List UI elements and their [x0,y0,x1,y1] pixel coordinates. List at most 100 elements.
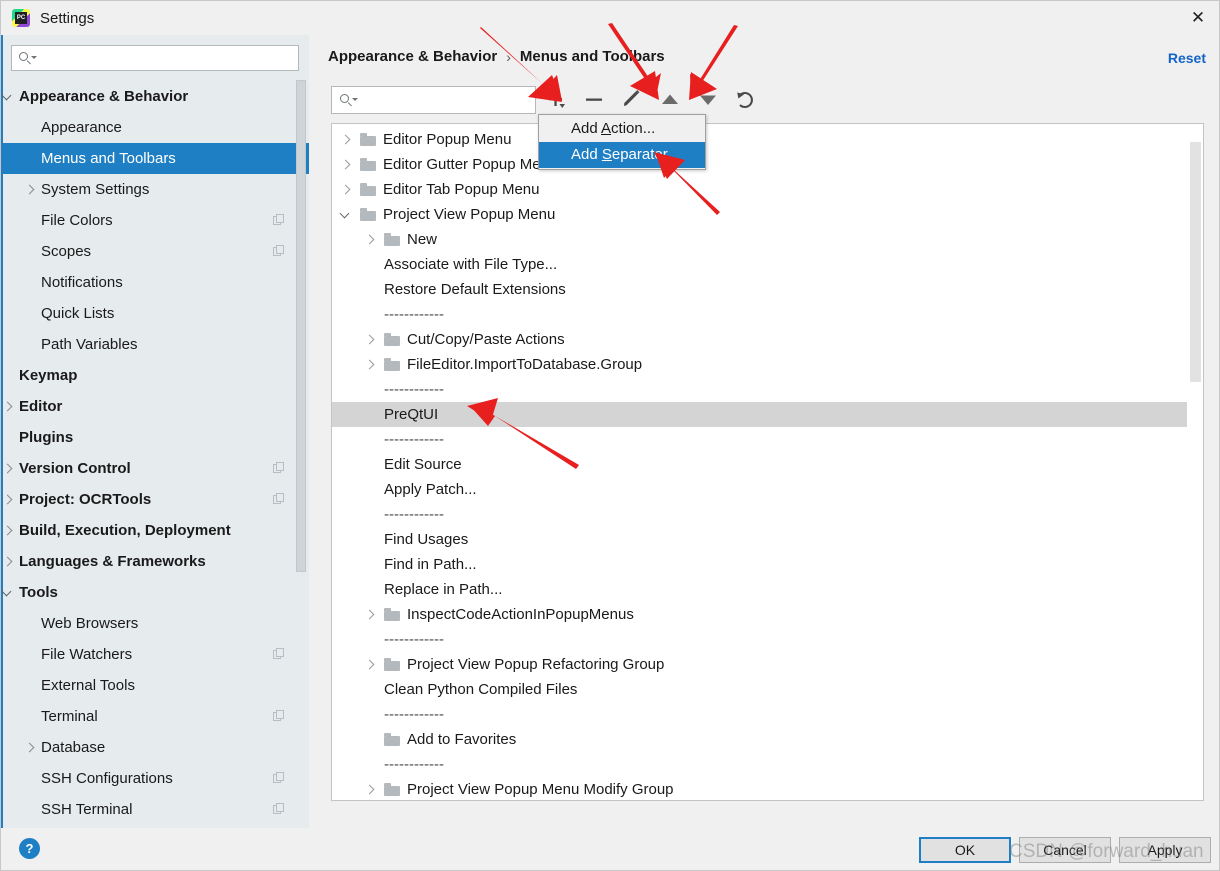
menu-tree-scrollbar-thumb[interactable] [1190,142,1201,382]
chevron-down-icon[interactable] [1,586,15,600]
chevron-right-icon[interactable] [362,232,378,248]
sidebar-item-web-browsers[interactable]: Web Browsers [1,608,309,639]
copy-settings-icon[interactable] [273,214,285,226]
sidebar-item-ssh-configurations[interactable]: SSH Configurations [1,763,309,794]
copy-settings-icon[interactable] [273,245,285,257]
help-icon[interactable]: ? [19,838,40,859]
chevron-right-icon[interactable] [362,782,378,798]
sidebar-item-external-tools[interactable]: External Tools [1,670,309,701]
sidebar-item-notifications[interactable]: Notifications [1,267,309,298]
menu-tree-row[interactable]: Restore Default Extensions [332,277,1187,302]
chevron-right-icon[interactable] [1,400,15,414]
restore-button[interactable] [735,88,757,112]
menu-tree-row[interactable]: Clean Python Compiled Files [332,677,1187,702]
menu-separator-row[interactable]: ------------ [332,377,1187,402]
menu-item-add-separator[interactable]: Add Separator [539,142,705,168]
menu-tree-row[interactable]: Replace in Path... [332,577,1187,602]
menu-tree-row[interactable]: Editor Tab Popup Menu [332,177,1187,202]
menu-tree-row[interactable]: Apply Patch... [332,477,1187,502]
chevron-right-icon[interactable] [362,332,378,348]
sidebar-item-keymap[interactable]: Keymap [1,360,309,391]
menu-tree-row[interactable]: Project View Popup Menu [332,202,1187,227]
sidebar-item-tools[interactable]: Tools [1,577,309,608]
sidebar-item-editor[interactable]: Editor [1,391,309,422]
sidebar-item-build-execution-deployment[interactable]: Build, Execution, Deployment [1,515,309,546]
sidebar-item-terminal[interactable]: Terminal [1,701,309,732]
menu-search-box[interactable] [331,86,536,114]
sidebar-scrollbar-thumb[interactable] [296,80,306,572]
menu-tree-row[interactable]: Add to Favorites [332,727,1187,752]
add-button[interactable] [545,88,567,112]
chevron-right-icon[interactable] [1,493,15,507]
move-up-button[interactable] [659,88,681,112]
sidebar-item-quick-lists[interactable]: Quick Lists [1,298,309,329]
ok-button[interactable]: OK [919,837,1011,863]
menu-separator-row[interactable]: ------------ [332,502,1187,527]
chevron-right-icon[interactable] [338,132,354,148]
menu-tree-row[interactable]: Associate with File Type... [332,252,1187,277]
sidebar-item-file-colors[interactable]: File Colors [1,205,309,236]
sidebar-item-appearance-behavior[interactable]: Appearance & Behavior [1,81,309,112]
edit-button[interactable] [621,88,643,112]
apply-button[interactable]: Apply [1119,837,1211,863]
sidebar-item-path-variables[interactable]: Path Variables [1,329,309,360]
chevron-down-icon[interactable] [338,207,354,223]
sidebar-item-database[interactable]: Database [1,732,309,763]
copy-settings-icon[interactable] [273,710,285,722]
copy-settings-icon[interactable] [273,772,285,784]
menu-tree-row[interactable]: Edit Source [332,452,1187,477]
sidebar-item-scopes[interactable]: Scopes [1,236,309,267]
chevron-right-icon[interactable] [1,524,15,538]
menu-separator-row[interactable]: ------------ [332,427,1187,452]
copy-settings-icon[interactable] [273,462,285,474]
menu-tree-row[interactable]: FileEditor.ImportToDatabase.Group [332,352,1187,377]
menu-item-add-action[interactable]: Add Action... [539,116,705,142]
menu-tree-row[interactable]: Find in Path... [332,552,1187,577]
menu-tree-row[interactable]: Find Usages [332,527,1187,552]
menu-tree-row[interactable]: Project View Popup Refactoring Group [332,652,1187,677]
sidebar-search-input[interactable] [40,49,274,67]
menu-separator-row[interactable]: ------------ [332,752,1187,777]
reset-link[interactable]: Reset [1168,50,1206,66]
sidebar-item-file-watchers[interactable]: File Watchers [1,639,309,670]
chevron-right-icon[interactable] [338,157,354,173]
chevron-right-icon[interactable] [338,182,354,198]
copy-settings-icon[interactable] [273,648,285,660]
chevron-right-icon[interactable] [23,183,37,197]
menu-search-input[interactable] [361,91,515,109]
breadcrumb-parent[interactable]: Appearance & Behavior [328,48,497,65]
close-icon[interactable]: ✕ [1175,1,1219,35]
sidebar-item-label: Web Browsers [41,615,139,632]
menu-tree-row[interactable]: Editor Popup Menu [332,127,1187,152]
copy-settings-icon[interactable] [273,493,285,505]
copy-settings-icon[interactable] [273,803,285,815]
chevron-right-icon[interactable] [23,741,37,755]
sidebar-item-menus-and-toolbars[interactable]: Menus and Toolbars [1,143,309,174]
chevron-right-icon[interactable] [362,657,378,673]
sidebar-item-languages-frameworks[interactable]: Languages & Frameworks [1,546,309,577]
sidebar-item-plugins[interactable]: Plugins [1,422,309,453]
cancel-button[interactable]: Cancel [1019,837,1111,863]
move-down-button[interactable] [697,88,719,112]
remove-button[interactable] [583,88,605,112]
menu-tree-row[interactable]: Cut/Copy/Paste Actions [332,327,1187,352]
menu-tree-row[interactable]: Editor Gutter Popup Menu [332,152,1187,177]
chevron-right-icon[interactable] [362,357,378,373]
menu-tree-row[interactable]: InspectCodeActionInPopupMenus [332,602,1187,627]
chevron-down-icon[interactable] [1,90,15,104]
menu-separator-row[interactable]: ------------ [332,627,1187,652]
chevron-right-icon[interactable] [1,462,15,476]
menu-separator-row[interactable]: ------------ [332,302,1187,327]
menu-separator-row[interactable]: ------------ [332,702,1187,727]
menu-tree-row[interactable]: Project View Popup Menu Modify Group [332,777,1187,800]
sidebar-item-version-control[interactable]: Version Control [1,453,309,484]
chevron-right-icon[interactable] [362,607,378,623]
sidebar-item-ssh-terminal[interactable]: SSH Terminal [1,794,309,825]
sidebar-search-box[interactable] [11,45,299,71]
menu-tree-row[interactable]: PreQtUI [332,402,1187,427]
chevron-right-icon[interactable] [1,555,15,569]
menu-tree-row[interactable]: New [332,227,1187,252]
sidebar-item-appearance[interactable]: Appearance [1,112,309,143]
sidebar-item-project-ocrtools[interactable]: Project: OCRTools [1,484,309,515]
sidebar-item-system-settings[interactable]: System Settings [1,174,309,205]
